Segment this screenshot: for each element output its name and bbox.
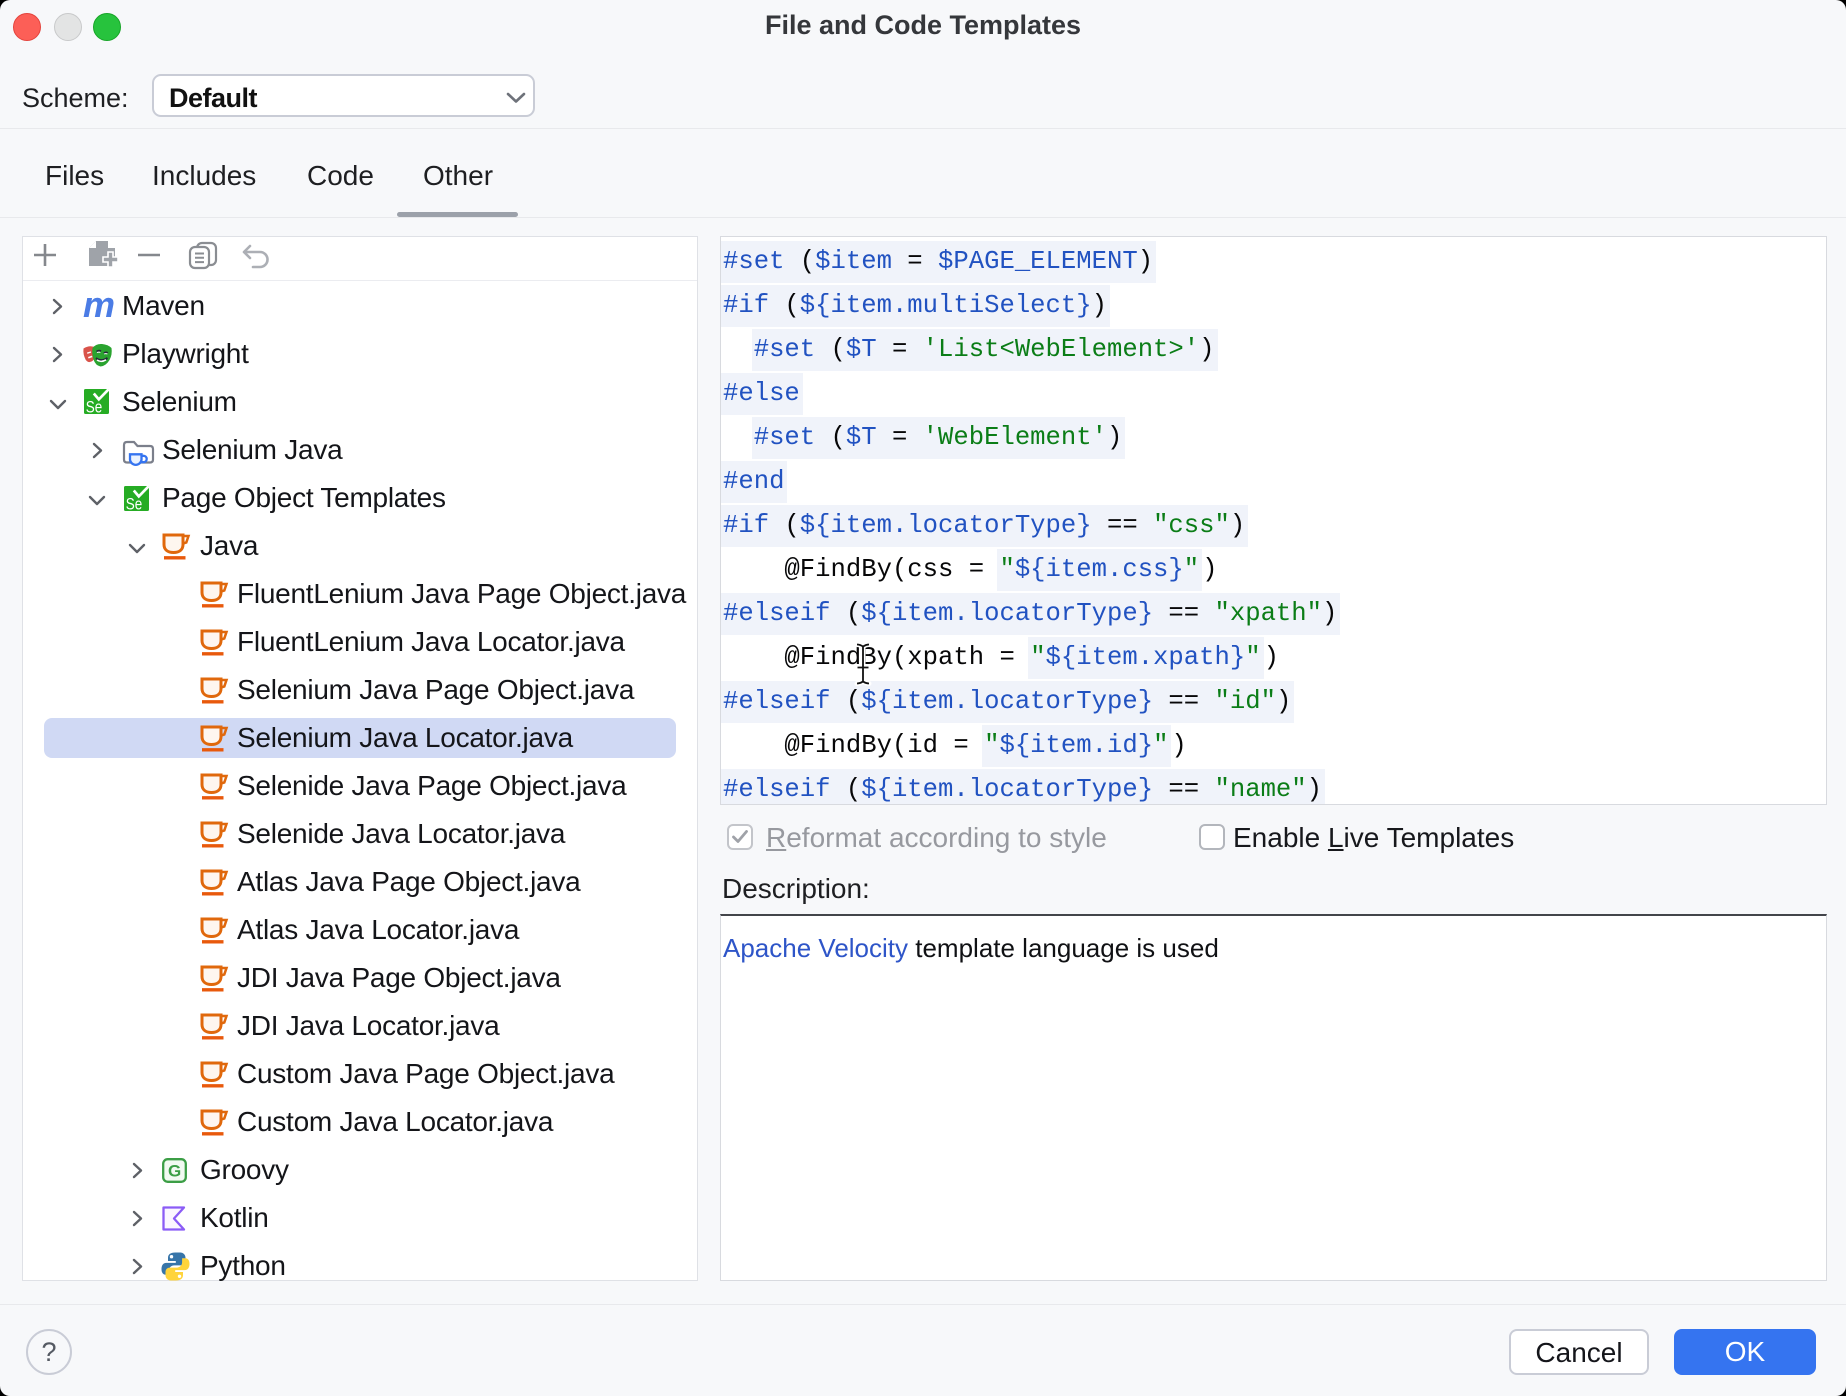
svg-text:Se: Se [86, 397, 103, 414]
svg-text:Se: Se [126, 494, 143, 511]
svg-text:G: G [168, 1162, 181, 1181]
